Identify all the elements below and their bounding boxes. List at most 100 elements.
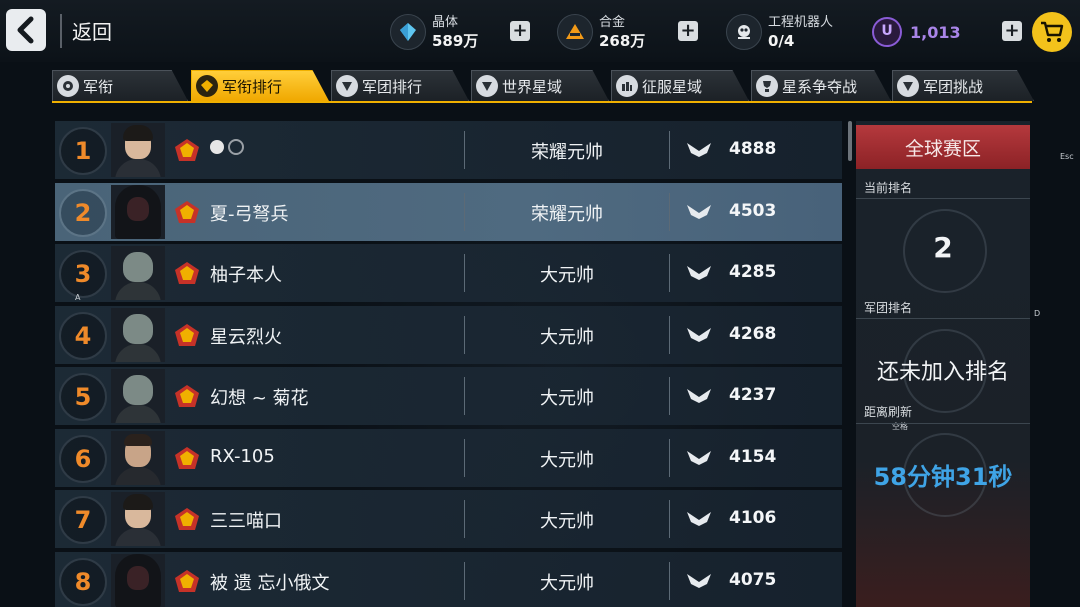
avatar [111, 369, 165, 423]
robot-label: 工程机器人 [768, 15, 834, 30]
tab-label: 军团挑战 [923, 77, 984, 96]
avatar [111, 123, 165, 177]
tab-label: 军团排行 [362, 77, 423, 96]
wings-icon [687, 143, 711, 157]
tab-rank-leaderboard[interactable]: 军衔排行 [191, 70, 329, 101]
tab-label: 军衔排行 [222, 77, 283, 96]
panel-header: 全球赛区 [856, 125, 1030, 169]
table-row-current-player[interactable]: 2 夏-弓弩兵 荣耀元帅 4503 [55, 182, 842, 241]
table-row[interactable]: 6 RX-105 大元帅 4154 [55, 428, 842, 487]
hidden-name-dots [210, 139, 244, 155]
rank-number: 6 [59, 434, 107, 483]
add-alloy-button[interactable]: + [678, 21, 698, 41]
refresh-countdown: 58分钟31秒 [873, 463, 1013, 491]
rank-badge-icon [175, 569, 199, 592]
column-separator [669, 438, 670, 477]
rank-badge-icon [175, 262, 199, 284]
military-title: 大元帅 [540, 265, 594, 286]
header-divider [60, 14, 62, 48]
rank-score: 4106 [729, 508, 777, 528]
column-separator [669, 561, 670, 600]
resource-alloy: 合金 268万 [557, 10, 645, 54]
trophy-icon [756, 75, 778, 97]
tab-label: 军衔 [83, 77, 114, 96]
challenge-icon [897, 75, 919, 97]
military-title: 大元帅 [540, 326, 594, 348]
military-title: 荣耀元帅 [531, 142, 603, 163]
u-coin-value: 1,013 [910, 22, 961, 42]
wings-icon [687, 573, 711, 588]
rank-number: 5 [59, 373, 107, 421]
column-separator [669, 500, 670, 538]
galaxy-icon [476, 75, 498, 97]
rank-number: 4 [59, 311, 107, 360]
crystal-label: 晶体 [432, 15, 459, 30]
currency-u: U 1,013 [872, 10, 961, 54]
team-rank-label: 军团排名 [864, 301, 913, 315]
rank-badge-icon [175, 200, 199, 223]
alloy-value: 268万 [599, 32, 646, 50]
avatar [111, 553, 165, 607]
overlay-key-esc: Esc [1060, 152, 1074, 161]
tab-rank[interactable]: 军衔 [52, 70, 188, 101]
table-row[interactable]: 1 荣耀元帅 4888 [55, 121, 842, 179]
medal-icon [196, 75, 218, 97]
ranking-list[interactable]: 1 荣耀元帅 4888 2 夏-弓弩兵 荣耀元帅 4503 3 柚子本人 大元帅… [55, 121, 842, 607]
chevron-left-icon [17, 16, 34, 44]
table-row[interactable]: 3 柚子本人 大元帅 4285 A [55, 244, 842, 302]
overlay-key-d: D [1034, 309, 1041, 318]
column-separator [669, 131, 670, 169]
list-scrollbar[interactable] [848, 121, 852, 161]
tab-galaxy-battle[interactable]: 星系争夺战 [751, 70, 891, 101]
resource-crystal: 晶体 589万 [390, 10, 478, 54]
rank-badge-icon [175, 323, 199, 346]
rank-score: 4268 [729, 323, 777, 344]
gear-badge-icon [57, 75, 79, 97]
panel-divider [856, 423, 1030, 424]
wings-icon [687, 512, 711, 526]
wings-icon [687, 389, 711, 403]
military-title: 大元帅 [540, 388, 594, 409]
tab-conquer-galaxy[interactable]: 征服星域 [611, 70, 749, 101]
tab-legion-leaderboard[interactable]: 军团排行 [331, 70, 469, 101]
alloy-icon [557, 14, 593, 50]
table-row[interactable]: 5 幻想 ~ 菊花 大元帅 4237 [55, 367, 842, 425]
avatar [111, 430, 165, 485]
rank-number: 7 [59, 496, 107, 544]
back-button[interactable] [6, 9, 46, 51]
crystal-icon [390, 14, 426, 50]
rank-number: 1 [59, 127, 107, 175]
avatar [111, 246, 165, 300]
table-row[interactable]: 4 星云烈火 大元帅 4268 [55, 305, 842, 364]
tab-underline [52, 101, 1032, 103]
player-name: 柚子本人 [210, 265, 282, 286]
back-label[interactable]: 返回 [72, 16, 112, 45]
rank-score: 4154 [729, 446, 777, 467]
wings-icon [687, 450, 711, 465]
robot-value: 0/4 [768, 32, 795, 50]
column-separator [669, 192, 670, 231]
current-rank-value: 2 [933, 231, 953, 264]
crystal-value: 589万 [432, 32, 479, 50]
add-currency-button[interactable]: + [1002, 21, 1022, 41]
conquer-icon [616, 75, 638, 97]
panel-divider [856, 198, 1030, 199]
tab-world-galaxy[interactable]: 世界星域 [471, 70, 609, 101]
military-title: 大元帅 [540, 511, 594, 532]
resource-robot: 工程机器人 0/4 [726, 10, 833, 54]
wings-icon [687, 266, 711, 280]
table-row[interactable]: 8 被 遗 忘小俄文 大元帅 4075 [55, 551, 842, 607]
top-bar: 返回 晶体 589万 + 合金 268万 + 工程机器人 0/4 U 1,013… [0, 0, 1080, 62]
overlay-key-a: A [75, 293, 81, 302]
rank-score: 4237 [729, 385, 777, 405]
tab-legion-challenge[interactable]: 军团挑战 [892, 70, 1034, 101]
rank-score: 4503 [729, 200, 777, 221]
add-crystal-button[interactable]: + [510, 21, 530, 41]
shop-cart-button[interactable] [1032, 12, 1072, 52]
team-rank-value: 还未加入排名 [876, 360, 1009, 385]
avatar [111, 492, 165, 546]
column-separator [669, 315, 670, 354]
player-name: 幻想 ~ 菊花 [210, 388, 309, 409]
column-separator [669, 254, 670, 292]
table-row[interactable]: 7 三三喵口 大元帅 4106 [55, 490, 842, 548]
